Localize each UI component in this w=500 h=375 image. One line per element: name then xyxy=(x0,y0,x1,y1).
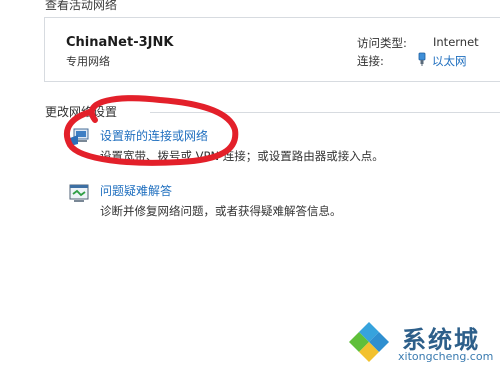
troubleshoot-description: 诊断并修复网络问题，或者获得疑难解答信息。 xyxy=(100,204,342,218)
setup-connection-description: 设置宽带、拨号或 VPN 连接；或设置路由器或接入点。 xyxy=(100,149,384,163)
troubleshoot-link[interactable]: 问题疑难解答 xyxy=(100,182,172,199)
connection-label: 连接: xyxy=(357,54,384,68)
setup-connection-link[interactable]: 设置新的连接或网络 xyxy=(100,127,208,144)
access-type-value: Internet xyxy=(433,35,479,49)
network-setup-icon xyxy=(70,128,89,146)
ethernet-icon xyxy=(418,52,426,66)
troubleshoot-icon xyxy=(69,184,89,202)
watermark-domain: xitongcheng.com xyxy=(398,350,494,363)
windows-logo-icon xyxy=(347,320,391,364)
active-networks-header: 查看活动网络 xyxy=(45,0,118,12)
network-name: ChinaNet-3JNK xyxy=(66,35,174,50)
network-type: 专用网络 xyxy=(66,55,110,68)
section-divider xyxy=(150,112,500,113)
connection-link[interactable]: 以太网 xyxy=(432,53,467,69)
change-settings-header: 更改网络设置 xyxy=(45,105,118,119)
access-type-label: 访问类型: xyxy=(357,36,407,50)
